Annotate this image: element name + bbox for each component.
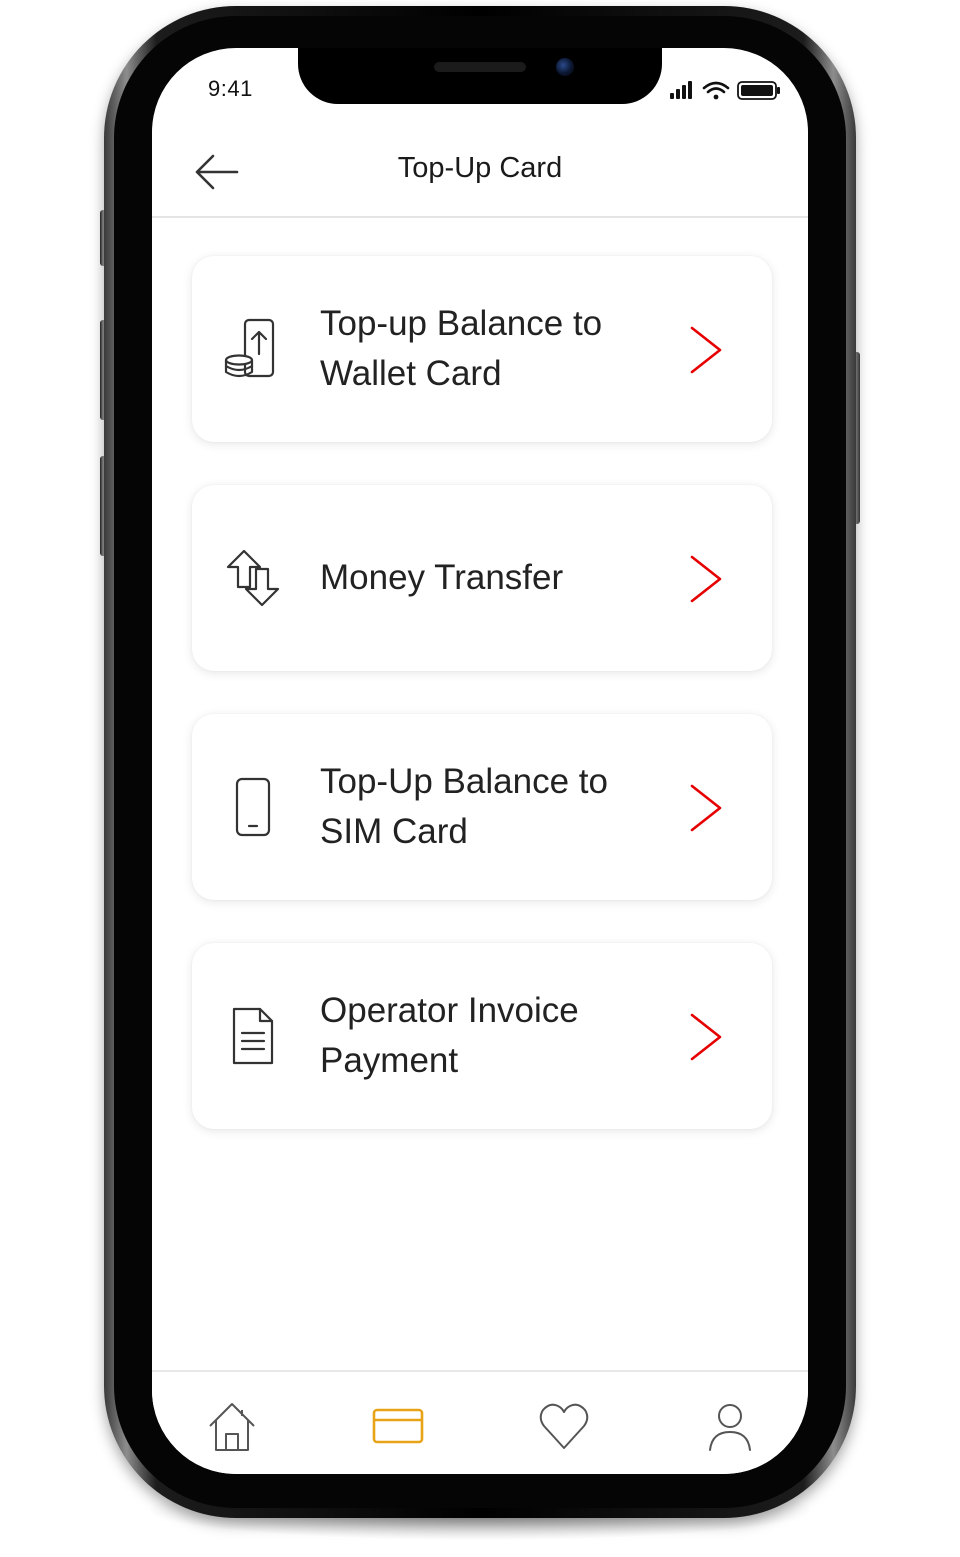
card-icon: [372, 1408, 424, 1444]
menu-item-label: Top-Up Balance to SIM Card: [320, 762, 608, 851]
earpiece: [434, 62, 526, 72]
status-icons: [664, 78, 784, 102]
chevron-right-icon: [690, 326, 722, 374]
battery-icon: [737, 81, 780, 100]
phone-coins-upload-icon: [220, 316, 286, 382]
menu-item-wallet-topup[interactable]: Top-up Balance to Wallet Card: [192, 256, 772, 442]
menu-item-invoice-payment[interactable]: Operator Invoice Payment: [192, 943, 772, 1129]
page-title: Top-Up Card: [397, 152, 563, 184]
app-header: Top-Up Card: [152, 128, 808, 218]
app-screen: 9:41 Top-Up Card Top-up Balance to Walle…: [152, 48, 808, 1474]
user-icon: [709, 1404, 751, 1451]
smartphone-icon: [220, 774, 286, 840]
menu-list: Top-up Balance to Wallet Card Money Tran…: [192, 256, 772, 1172]
chevron-right-icon: [690, 555, 722, 603]
transfer-arrows-icon: [220, 545, 286, 611]
menu-item-sim-topup[interactable]: Top-Up Balance to SIM Card: [192, 714, 772, 900]
menu-item-money-transfer[interactable]: Money Transfer: [192, 485, 772, 671]
menu-item-label: Operator Invoice Payment: [320, 991, 579, 1080]
chevron-right-icon: [690, 1013, 722, 1061]
invoice-document-icon: [220, 1003, 286, 1069]
wifi-icon: [702, 81, 730, 100]
tab-home[interactable]: [202, 1396, 262, 1456]
device-mockup: 9:41 Top-Up Card Top-up Balance to Walle…: [0, 0, 960, 1557]
front-camera: [556, 58, 574, 76]
chevron-right-icon: [690, 784, 722, 832]
home-icon: [209, 1403, 255, 1451]
tab-favorites[interactable]: [534, 1396, 594, 1456]
tab-cards[interactable]: [368, 1396, 428, 1456]
tab-profile[interactable]: [700, 1396, 760, 1456]
bottom-tab-bar: [152, 1370, 808, 1474]
signal-icon: [670, 81, 692, 99]
menu-item-label: Money Transfer: [320, 558, 564, 597]
menu-item-label: Top-up Balance to Wallet Card: [320, 304, 603, 393]
notch: [298, 48, 662, 104]
status-time: 9:41: [208, 76, 253, 101]
heart-icon: [539, 1403, 589, 1449]
